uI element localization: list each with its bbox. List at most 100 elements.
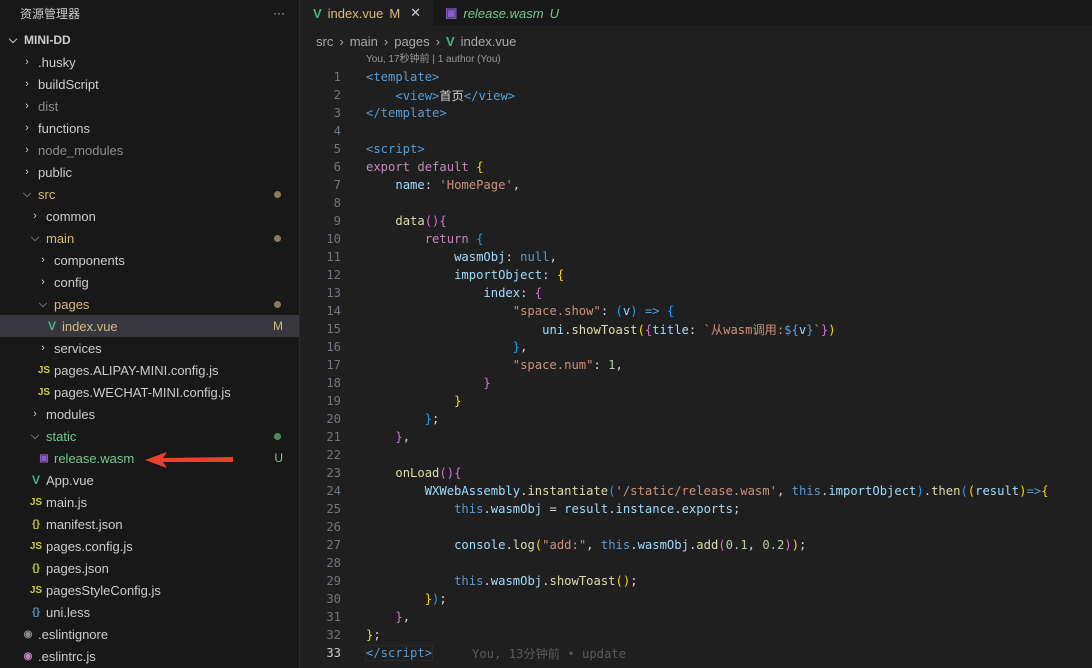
code-line[interactable]: 12 importObject: { <box>301 266 1092 284</box>
tree-item-dist[interactable]: › dist <box>0 95 299 117</box>
code-editor[interactable]: 1 <template> 2 <view>首页</view> 3 </template>… <box>301 68 1092 662</box>
tree-item-label: static <box>46 428 77 444</box>
tree-item--eslintignore[interactable]: ◉ .eslintignore <box>0 623 299 645</box>
tree-item-pages-json[interactable]: {} pages.json <box>0 557 299 579</box>
code-line[interactable]: 29 this.wasmObj.showToast(); <box>301 572 1092 590</box>
tree-item-services[interactable]: › services <box>0 337 299 359</box>
code-line[interactable]: 7 name: 'HomePage', <box>301 176 1092 194</box>
code-line[interactable]: 19 } <box>301 392 1092 410</box>
code-line[interactable]: 4 <box>301 122 1092 140</box>
code-line[interactable]: 28 <box>301 554 1092 572</box>
workspace-root[interactable]: ⌵ MINI-DD <box>0 29 299 51</box>
code-line[interactable]: 18 } <box>301 374 1092 392</box>
code-line[interactable]: 31 }, <box>301 608 1092 626</box>
code-line[interactable]: 16 }, <box>301 338 1092 356</box>
tree-item-buildscript[interactable]: › buildScript <box>0 73 299 95</box>
code-token: ) <box>1019 484 1027 498</box>
close-tab-icon[interactable]: ✕ <box>410 5 421 21</box>
chevron-down-icon: ⌵ <box>38 297 48 310</box>
code-token: } <box>424 592 433 606</box>
tree-item-pages[interactable]: ⌵ pages <box>0 293 299 315</box>
code-line[interactable]: 1 <template> <box>301 68 1092 86</box>
line-number: 4 <box>333 124 341 138</box>
code-token: { <box>476 232 484 246</box>
code-line[interactable]: 24 WXWebAssembly.instantiate('/static/re… <box>301 482 1092 500</box>
code-line[interactable]: 5 <script> <box>301 140 1092 158</box>
breadcrumb-item[interactable]: main <box>350 34 378 49</box>
tab-index-vue[interactable]: Vindex.vue M ✕ <box>301 0 434 26</box>
line-number: 29 <box>326 574 341 588</box>
code-token: return <box>424 232 477 246</box>
code-line[interactable]: 32}; <box>301 626 1092 644</box>
tree-item-modules[interactable]: › modules <box>0 403 299 425</box>
code-token: ; <box>373 628 381 642</box>
tree-item-functions[interactable]: › functions <box>0 117 299 139</box>
code-line[interactable]: 20 }; <box>301 410 1092 428</box>
code-line[interactable]: 23 onLoad(){ <box>301 464 1092 482</box>
code-line[interactable]: 2 <view>首页</view> <box>301 86 1092 104</box>
tree-item-public[interactable]: › public <box>0 161 299 183</box>
code-token: ; <box>630 574 638 588</box>
code-line[interactable]: 8 <box>301 194 1092 212</box>
code-line[interactable]: 15 uni.showToast({title: `从wasm调用:${v}`}… <box>301 320 1092 338</box>
tree-item-pages-alipay-mini-config-js[interactable]: JS pages.ALIPAY-MINI.config.js <box>0 359 299 381</box>
more-actions-button[interactable]: ··· <box>273 6 285 20</box>
code-line[interactable]: 11 wasmObj: null, <box>301 248 1092 266</box>
code-line[interactable]: 17 "space.num": 1, <box>301 356 1092 374</box>
code-line[interactable]: 25 this.wasmObj = result.instance.export… <box>301 500 1092 518</box>
modified-dot <box>274 234 281 242</box>
breadcrumb-item[interactable]: index.vue <box>461 34 517 49</box>
tree-item-common[interactable]: › common <box>0 205 299 227</box>
code-line[interactable]: 21 }, <box>301 428 1092 446</box>
code-line[interactable]: 27 console.log("add:", this.wasmObj.add(… <box>301 536 1092 554</box>
tree-item--husky[interactable]: › .husky <box>0 51 299 73</box>
code-token: { <box>1041 484 1049 498</box>
code-token: </view> <box>463 89 516 103</box>
breadcrumb-item[interactable]: src <box>316 34 333 49</box>
code-line[interactable]: 22 <box>301 446 1092 464</box>
tree-item-static[interactable]: ⌵ static <box>0 425 299 447</box>
tree-item-pages-config-js[interactable]: JS pages.config.js <box>0 535 299 557</box>
tree-item-label: pages.ALIPAY-MINI.config.js <box>54 362 219 378</box>
tree-item-components[interactable]: › components <box>0 249 299 271</box>
tree-item-main-js[interactable]: JS main.js <box>0 491 299 513</box>
code-line[interactable]: 33 </script> You, 13分钟前 • update <box>301 644 1092 662</box>
tree-item-uni-less[interactable]: {} uni.less <box>0 601 299 623</box>
code-token: { <box>476 160 484 174</box>
code-line[interactable]: 10 return { <box>301 230 1092 248</box>
tree-item-node-modules[interactable]: › node_modules <box>0 139 299 161</box>
tree-item-manifest-json[interactable]: {} manifest.json <box>0 513 299 535</box>
tree-item-label: pages <box>54 296 90 312</box>
code-line[interactable]: 6 export default { <box>301 158 1092 176</box>
code-token: "space.show" <box>512 304 601 318</box>
code-line[interactable]: 26 <box>301 518 1092 536</box>
file-tree: › .husky › buildScript › dist › functions › node_… <box>0 51 299 667</box>
tree-item-src[interactable]: ⌵ src <box>0 183 299 205</box>
code-line[interactable]: 13 index: { <box>301 284 1092 302</box>
tree-item-pages-wechat-mini-config-js[interactable]: JS pages.WECHAT-MINI.config.js <box>0 381 299 403</box>
code-line[interactable]: 3 </template> <box>301 104 1092 122</box>
tab-release-wasm[interactable]: ▣ release.wasm U <box>433 0 589 26</box>
code-line[interactable]: 9 data(){ <box>301 212 1092 230</box>
code-token: { <box>454 466 462 480</box>
codelens-authors[interactable]: You, 17秒钟前 | 1 author (You) <box>301 54 1092 68</box>
tree-item-app-vue[interactable]: V App.vue <box>0 469 299 491</box>
tree-item-index-vue[interactable]: Vindex.vue M <box>0 315 299 337</box>
code-line[interactable]: 30 }); <box>301 590 1092 608</box>
tree-item--eslintrc-js[interactable]: ◉ .eslintrc.js <box>0 645 299 667</box>
code-line[interactable]: 14 "space.show": (v) => { <box>301 302 1092 320</box>
code-token: : <box>600 304 616 318</box>
tree-item-pagesstyleconfig-js[interactable]: JS pagesStyleConfig.js <box>0 579 299 601</box>
tree-item-config[interactable]: › config <box>0 271 299 293</box>
code-token: { <box>534 286 543 300</box>
line-number: 26 <box>326 520 341 534</box>
line-number: 21 <box>326 430 341 444</box>
tree-item-main[interactable]: ⌵ main <box>0 227 299 249</box>
breadcrumb-item[interactable]: pages <box>394 34 429 49</box>
